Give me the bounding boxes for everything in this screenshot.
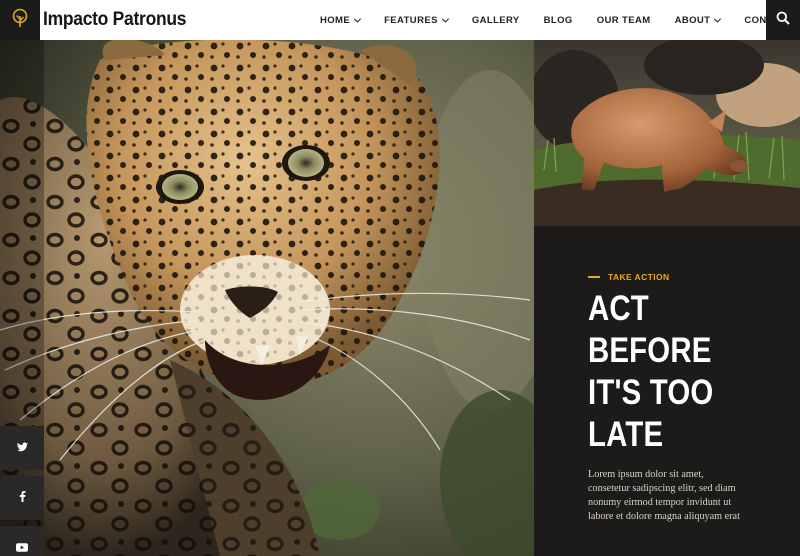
twitter-button[interactable]	[0, 426, 44, 470]
tree-icon	[11, 8, 29, 33]
nav-item-label: HOME	[320, 14, 351, 26]
youtube-button[interactable]	[0, 526, 44, 556]
site-header: Impacto Patronus HOME FEATURES GALLERY B…	[0, 0, 800, 40]
cta-headline: ACT BEFORE IT'S TOO LATE	[588, 288, 788, 456]
chevron-down-icon	[441, 15, 449, 23]
headline-line: IT'S TOO	[588, 373, 714, 412]
cta-panel: TAKE ACTION ACT BEFORE IT'S TOO LATE Lor…	[534, 226, 800, 556]
kicker-divider	[588, 276, 600, 278]
nav-item-blog[interactable]: BLOG	[544, 15, 573, 26]
facebook-button[interactable]	[0, 476, 44, 520]
nav-item-label: BLOG	[543, 14, 573, 26]
nav-item-our-team[interactable]: OUR TEAM	[597, 15, 651, 26]
logo-box[interactable]	[0, 0, 40, 40]
search-icon	[776, 11, 790, 30]
facebook-icon	[19, 489, 26, 507]
chevron-down-icon	[354, 15, 362, 23]
nav-item-label: FEATURES	[384, 14, 438, 26]
cta-body: Lorem ipsum dolor sit amet, consetetur s…	[588, 468, 788, 524]
headline-line: BEFORE	[588, 331, 712, 370]
youtube-icon	[16, 539, 28, 556]
body-line: labore et dolore magna aliquyam erat	[588, 511, 740, 522]
headline-line: ACT	[588, 289, 649, 328]
nav-item-home[interactable]: HOME	[320, 14, 362, 26]
chevron-down-icon	[714, 15, 722, 23]
body-line: Lorem ipsum dolor sit amet,	[588, 469, 704, 480]
nav-item-gallery[interactable]: GALLERY	[472, 15, 520, 26]
twitter-icon	[16, 439, 28, 457]
cta-kicker: TAKE ACTION	[588, 272, 670, 282]
main-nav: HOME FEATURES GALLERY BLOG OUR TEAM ABOU…	[320, 0, 800, 40]
nav-item-about[interactable]: ABOUT	[674, 14, 722, 26]
body-line: nonumy eirmod tempor invidunt ut	[588, 497, 732, 508]
site-title[interactable]: Impacto Patronus	[43, 9, 186, 31]
nav-item-features[interactable]: FEATURES	[384, 14, 449, 26]
body-line: consetetur sadipscing elitr, sed diam	[588, 483, 736, 494]
search-button[interactable]	[766, 0, 800, 40]
kicker-label: TAKE ACTION	[608, 272, 670, 282]
nav-item-label: GALLERY	[471, 14, 520, 26]
nav-item-label: ABOUT	[674, 14, 711, 26]
leopard-photo	[0, 40, 534, 556]
headline-line: LATE	[588, 415, 664, 454]
nav-item-label: OUR TEAM	[596, 14, 651, 26]
pig-photo	[534, 40, 800, 226]
